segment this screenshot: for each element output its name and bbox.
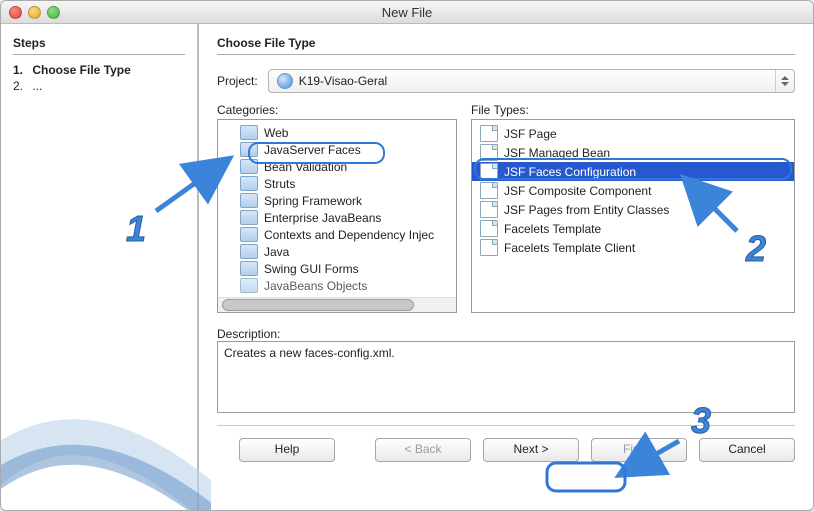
new-file-dialog: New File Steps 1. Choose File Type 2. ..…: [0, 0, 814, 511]
category-label: Java: [264, 245, 289, 259]
folder-icon: [240, 159, 258, 174]
file-icon: [480, 144, 498, 161]
folder-icon: [240, 125, 258, 140]
filetype-label: JSF Page: [504, 127, 557, 141]
filetype-item[interactable]: JSF Pages from Entity Classes: [472, 200, 794, 219]
category-item[interactable]: Java: [218, 243, 456, 260]
project-label: Project:: [217, 74, 258, 88]
category-label: Swing GUI Forms: [264, 262, 359, 276]
folder-icon: [240, 244, 258, 259]
window-title: New File: [1, 5, 813, 20]
stepper-arrows-icon[interactable]: [775, 70, 794, 92]
folder-icon: [240, 176, 258, 191]
wizard-sidebar: Steps 1. Choose File Type 2. ...: [1, 24, 199, 511]
categories-listbox[interactable]: Web JavaServer Faces Bean Validation Str…: [217, 119, 457, 313]
filetype-label: JSF Composite Component: [504, 184, 651, 198]
globe-icon: [277, 73, 293, 89]
cancel-button[interactable]: Cancel: [699, 438, 795, 462]
finish-button: Finish: [591, 438, 687, 462]
help-button[interactable]: Help: [239, 438, 335, 462]
back-button: < Back: [375, 438, 471, 462]
category-item[interactable]: Enterprise JavaBeans: [218, 209, 456, 226]
categories-label: Categories:: [217, 103, 457, 117]
step-number: 1.: [13, 63, 29, 77]
filetype-label: Facelets Template: [504, 222, 601, 236]
folder-icon: [240, 210, 258, 225]
category-label: Bean Validation: [264, 160, 347, 174]
file-icon: [480, 220, 498, 237]
project-value: K19-Visao-Geral: [299, 74, 388, 88]
filetypes-label: File Types:: [471, 103, 795, 117]
file-icon: [480, 163, 498, 180]
project-select[interactable]: K19-Visao-Geral: [268, 69, 795, 93]
steps-header: Steps: [13, 36, 185, 55]
file-icon: [480, 125, 498, 142]
filetypes-listbox[interactable]: JSF Page JSF Managed Bean JSF Faces Conf…: [471, 119, 795, 313]
description-box: Creates a new faces-config.xml.: [217, 341, 795, 413]
step-label: Choose File Type: [32, 63, 130, 77]
category-item[interactable]: Contexts and Dependency Injec: [218, 226, 456, 243]
category-item[interactable]: JavaServer Faces: [218, 141, 456, 158]
filetype-label: JSF Faces Configuration: [504, 165, 636, 179]
category-label: Contexts and Dependency Injec: [264, 228, 434, 242]
filetype-item[interactable]: JSF Managed Bean: [472, 143, 794, 162]
step-label: ...: [32, 79, 42, 93]
folder-icon: [240, 142, 258, 157]
wizard-step: 2. ...: [13, 79, 185, 93]
file-icon: [480, 239, 498, 256]
h-scrollbar-thumb[interactable]: [222, 299, 414, 311]
category-item[interactable]: Spring Framework: [218, 192, 456, 209]
filetype-label: JSF Pages from Entity Classes: [504, 203, 669, 217]
filetype-item[interactable]: JSF Composite Component: [472, 181, 794, 200]
category-label: JavaServer Faces: [264, 143, 361, 157]
description-label: Description:: [217, 327, 795, 341]
category-item[interactable]: Struts: [218, 175, 456, 192]
category-item[interactable]: Swing GUI Forms: [218, 260, 456, 277]
category-item[interactable]: Web: [218, 124, 456, 141]
wizard-buttons: Help < Back Next > Finish Cancel: [217, 425, 795, 462]
category-label: Web: [264, 126, 288, 140]
category-item[interactable]: Bean Validation: [218, 158, 456, 175]
folder-icon: [240, 261, 258, 276]
category-label: JavaBeans Objects: [264, 279, 367, 293]
filetype-label: Facelets Template Client: [504, 241, 635, 255]
folder-icon: [240, 227, 258, 242]
folder-icon: [240, 193, 258, 208]
filetype-item[interactable]: JSF Page: [472, 124, 794, 143]
filetype-item[interactable]: JSF Faces Configuration: [472, 162, 794, 181]
filetype-item[interactable]: Facelets Template: [472, 219, 794, 238]
category-item[interactable]: JavaBeans Objects: [218, 277, 456, 294]
title-bar: New File: [1, 1, 813, 24]
category-label: Struts: [264, 177, 295, 191]
file-icon: [480, 201, 498, 218]
file-icon: [480, 182, 498, 199]
filetype-label: JSF Managed Bean: [504, 146, 610, 160]
wizard-main: Choose File Type Project: K19-Visao-Gera…: [199, 24, 813, 511]
category-label: Spring Framework: [264, 194, 362, 208]
folder-icon: [240, 278, 258, 293]
category-label: Enterprise JavaBeans: [264, 211, 381, 225]
next-button[interactable]: Next >: [483, 438, 579, 462]
wizard-step: 1. Choose File Type: [13, 63, 185, 77]
sidebar-decoration-icon: [0, 371, 211, 511]
filetype-item[interactable]: Facelets Template Client: [472, 238, 794, 257]
step-number: 2.: [13, 79, 29, 93]
description-text: Creates a new faces-config.xml.: [224, 346, 395, 360]
h-scrollbar[interactable]: [218, 297, 456, 312]
page-header: Choose File Type: [217, 36, 795, 55]
